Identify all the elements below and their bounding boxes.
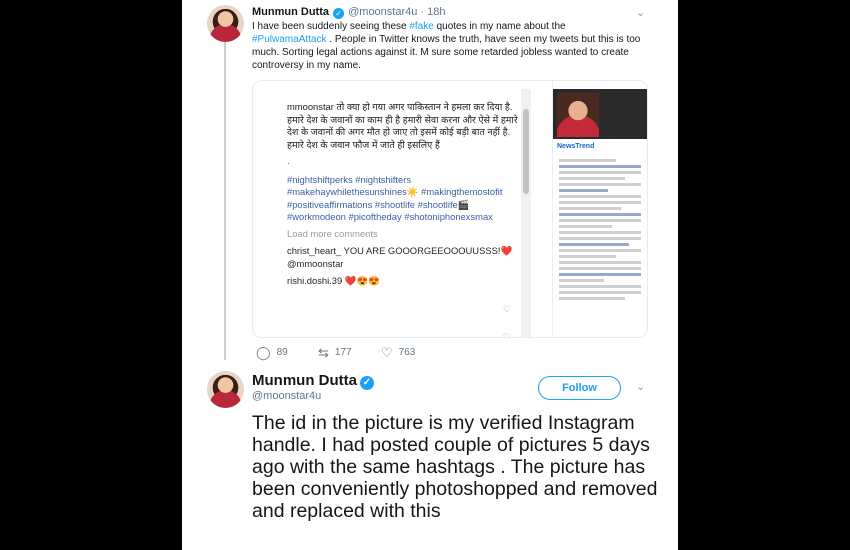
- like-action[interactable]: ♡ 763: [381, 345, 415, 361]
- news-text-lines: [559, 159, 641, 303]
- thread-line: [224, 42, 226, 360]
- hashtag-link[interactable]: #fake: [409, 21, 433, 32]
- tweet1-header: Munmun Dutta ✓ @moonstar4u · 18h: [252, 6, 446, 19]
- comment: christ_heart_ YOU ARE GOOORGEEOOOUUSSS!❤…: [287, 245, 529, 270]
- tweet1-text-part: I have been suddenly seeing these: [252, 21, 410, 32]
- load-more-comments: Load more comments: [287, 227, 378, 239]
- avatar[interactable]: [207, 5, 244, 42]
- tweet1-name[interactable]: Munmun Dutta: [252, 6, 329, 18]
- verified-badge-icon: ✓: [333, 8, 345, 19]
- post-user: mmoonstar: [287, 101, 334, 112]
- separator: ·: [420, 6, 425, 18]
- comment-text: ❤️😍😍: [342, 275, 380, 286]
- retweet-action[interactable]: ⇆ 177: [318, 345, 352, 361]
- comment: rishi.doshi.39 ❤️😍😍: [287, 275, 529, 288]
- hashtag-link[interactable]: #PulwamaAttack: [252, 34, 326, 45]
- like-count: 763: [398, 347, 416, 358]
- tweet1-text-part: quotes in my name about the: [433, 21, 566, 32]
- heart-icon: ♡: [381, 345, 393, 360]
- comment-user: christ_heart_: [287, 245, 342, 256]
- person-photo: [557, 93, 599, 137]
- tweet1-time[interactable]: 18h: [427, 6, 445, 18]
- news-brand: NewsTrend: [557, 143, 595, 150]
- verified-badge-icon: ✓: [359, 376, 374, 390]
- instagram-screenshot: mmoonstar तो क्या हो गया अगर पाकिस्तान न…: [253, 87, 529, 337]
- chevron-down-icon[interactable]: ⌄: [636, 6, 645, 19]
- tweet2-name-text: Munmun Dutta: [252, 372, 357, 389]
- reply-action[interactable]: ◯ 89: [256, 345, 288, 361]
- tweet2-text: The id in the picture is my verified Ins…: [252, 412, 658, 522]
- chevron-down-icon[interactable]: ⌄: [636, 380, 645, 393]
- tweet1-handle[interactable]: @moonstar4u: [348, 6, 417, 18]
- scrollbar-thumb: [523, 109, 529, 194]
- avatar[interactable]: [207, 371, 244, 408]
- post-tags: #nightshiftperks #nightshifters #makehay…: [287, 173, 503, 223]
- news-screenshot: NewsTrend: [552, 81, 647, 337]
- tweet2-name[interactable]: Munmun Dutta ✓: [252, 372, 375, 390]
- post-text: mmoonstar तो क्या हो गया अगर पाकिस्तान न…: [287, 101, 529, 151]
- post-dot: .: [287, 155, 290, 166]
- reply-count: 89: [276, 347, 288, 358]
- retweet-count: 177: [334, 347, 352, 358]
- heart-icon: ♡: [502, 332, 511, 338]
- heart-icon: ♡: [502, 304, 511, 314]
- comment-user: rishi.doshi.39: [287, 275, 343, 286]
- reply-icon: ◯: [256, 345, 271, 360]
- retweet-icon: ⇆: [318, 345, 329, 360]
- tweet2-handle[interactable]: @moonstar4u: [252, 390, 321, 402]
- news-photo: [553, 89, 647, 139]
- follow-button[interactable]: Follow: [538, 376, 621, 400]
- tweet-card: Munmun Dutta ✓ @moonstar4u · 18h ⌄ I hav…: [182, 0, 678, 550]
- tweet1-media[interactable]: mmoonstar तो क्या हो गया अगर पाकिस्तान न…: [252, 80, 648, 338]
- tweet1-text: I have been suddenly seeing these #fake …: [252, 20, 652, 72]
- scrollbar: [521, 89, 531, 337]
